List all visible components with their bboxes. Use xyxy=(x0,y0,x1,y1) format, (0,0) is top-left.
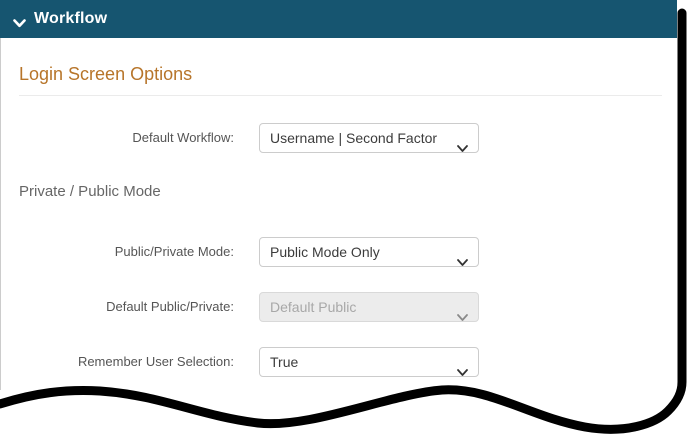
default-public-private-select: Default Public xyxy=(259,292,479,322)
form-row-default-workflow: Default Workflow: Username | Second Fact… xyxy=(1,123,678,153)
chevron-down-icon xyxy=(13,15,26,27)
chevron-down-icon xyxy=(457,303,468,321)
remember-user-selection-select[interactable]: True xyxy=(259,347,479,377)
panel-title: Workflow xyxy=(34,10,108,27)
workflow-section-header[interactable]: Workflow xyxy=(0,0,677,38)
remember-user-selection-label: Remember User Selection: xyxy=(77,354,234,369)
default-workflow-value: Username | Second Factor xyxy=(270,130,438,146)
default-workflow-label: Default Workflow: xyxy=(132,130,234,145)
public-private-mode-value: Public Mode Only xyxy=(270,244,380,260)
form-row-default-public-private: Default Public/Private: Default Public xyxy=(1,292,678,322)
chevron-down-icon xyxy=(457,358,468,376)
remember-user-selection-value: True xyxy=(270,354,299,370)
public-private-mode-select[interactable]: Public Mode Only xyxy=(259,237,479,267)
default-public-private-value: Default Public xyxy=(270,299,357,315)
section-heading: Login Screen Options xyxy=(19,64,662,96)
default-workflow-select[interactable]: Username | Second Factor xyxy=(259,123,479,153)
workflow-settings-panel: Workflow Login Screen Options Default Wo… xyxy=(0,0,690,439)
form-row-public-private-mode: Public/Private Mode: Public Mode Only xyxy=(1,237,678,267)
form-row-remember-user-selection: Remember User Selection: True xyxy=(1,347,678,377)
public-private-mode-label: Public/Private Mode: xyxy=(114,244,234,259)
default-public-private-label: Default Public/Private: xyxy=(106,299,234,314)
chevron-down-icon xyxy=(457,248,468,266)
subsection-label: Private / Public Mode xyxy=(19,183,161,200)
chevron-down-icon xyxy=(457,134,468,152)
panel-body: Login Screen Options Default Workflow: U… xyxy=(0,38,677,390)
